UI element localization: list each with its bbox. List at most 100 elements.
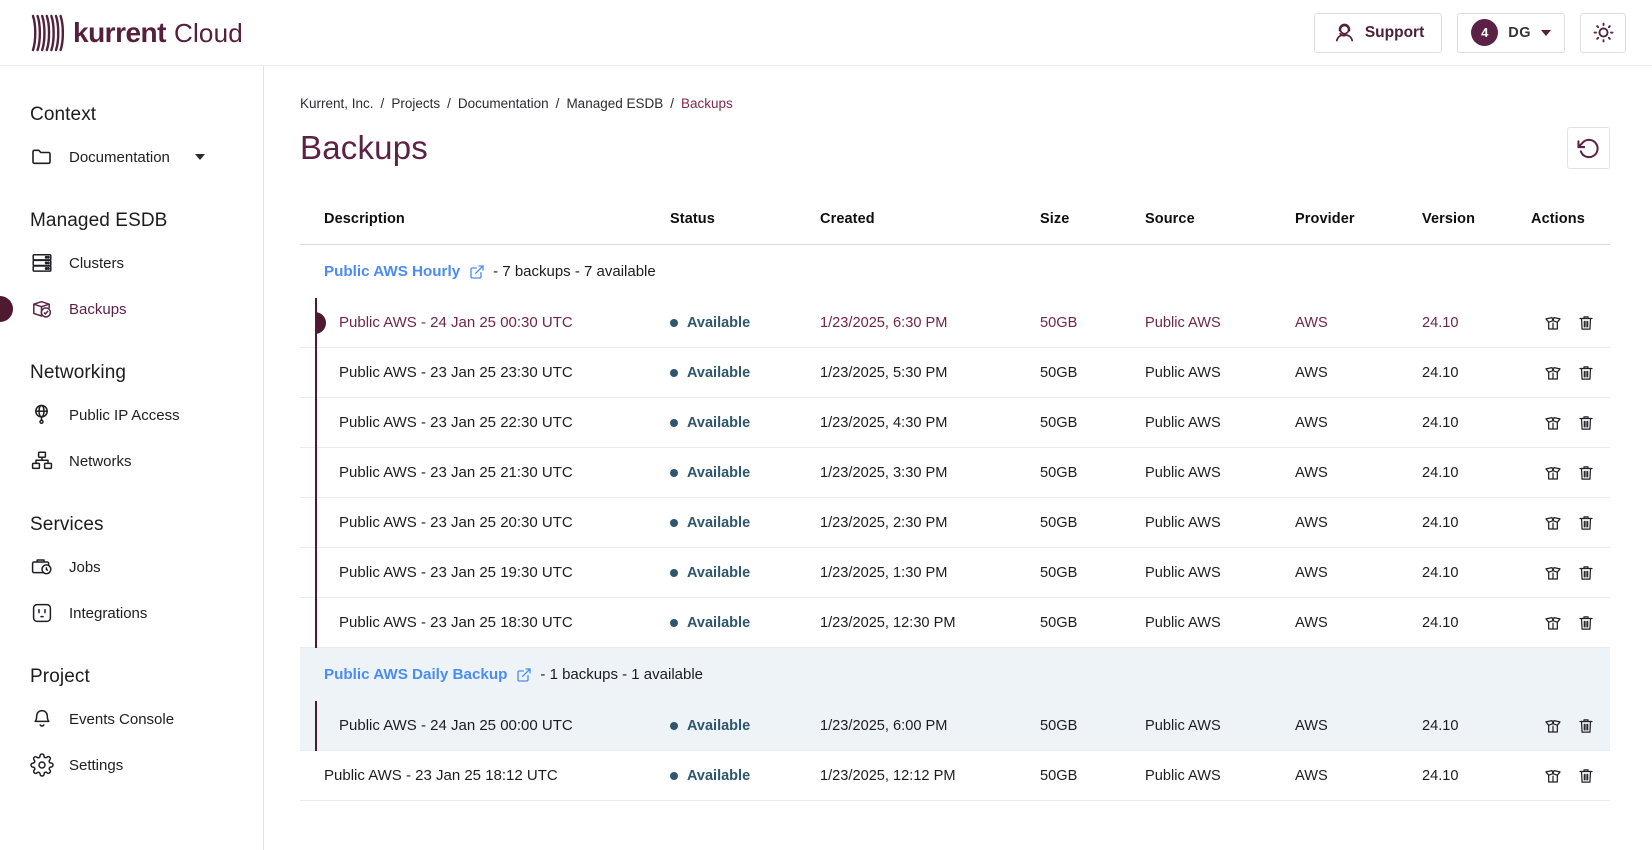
restore-icon [1543, 413, 1563, 433]
backups-table: Description Status Created Size Source P… [300, 193, 1610, 801]
source-cell: Public AWS [1145, 565, 1295, 581]
restore-icon [1543, 716, 1563, 736]
external-link-icon[interactable] [469, 264, 485, 280]
status-cell: Available [670, 565, 820, 581]
restore-button[interactable] [1543, 413, 1563, 433]
size-cell: 50GB [1040, 315, 1145, 331]
sidebar-heading-networking: Networking [30, 362, 253, 384]
restore-icon [1543, 313, 1563, 333]
logo-brand-text: kurrent [73, 17, 166, 49]
main-content: Kurrent, Inc./Projects/Documentation/Man… [264, 66, 1652, 850]
backup-group-link[interactable]: Public AWS Daily Backup [324, 666, 507, 683]
backup-group-body: Public AWS - 24 Jan 25 00:00 UTCAvailabl… [300, 701, 1610, 751]
restore-icon [1543, 766, 1563, 786]
bell-icon [30, 707, 54, 731]
status-cell: Available [670, 415, 820, 431]
description-cell: Public AWS - 23 Jan 25 23:30 UTC [300, 364, 670, 381]
trash-icon [1576, 563, 1596, 583]
actions-cell [1531, 716, 1610, 736]
jobs-icon [30, 555, 54, 579]
delete-button[interactable] [1576, 563, 1596, 583]
integrations-icon [30, 601, 54, 625]
backup-row[interactable]: Public AWS - 23 Jan 25 18:12 UTCAvailabl… [300, 751, 1610, 801]
provider-cell: AWS [1295, 415, 1422, 431]
backup-row[interactable]: Public AWS - 24 Jan 25 00:00 UTCAvailabl… [300, 701, 1610, 751]
table-body: Public AWS Hourly- 7 backups - 7 availab… [300, 245, 1610, 801]
backup-row[interactable]: Public AWS - 23 Jan 25 18:30 UTCAvailabl… [300, 598, 1610, 648]
provider-cell: AWS [1295, 768, 1422, 784]
breadcrumb-link[interactable]: Documentation [458, 96, 549, 111]
source-cell: Public AWS [1145, 718, 1295, 734]
sidebar-item-events-console[interactable]: Events Console [30, 704, 253, 734]
backup-row[interactable]: Public AWS - 23 Jan 25 21:30 UTCAvailabl… [300, 448, 1610, 498]
restore-button[interactable] [1543, 313, 1563, 333]
delete-button[interactable] [1576, 766, 1596, 786]
source-cell: Public AWS [1145, 615, 1295, 631]
breadcrumb-separator: / [447, 96, 451, 111]
actions-cell [1531, 363, 1610, 383]
sidebar-item-integrations[interactable]: Integrations [30, 598, 253, 628]
refresh-button[interactable] [1567, 127, 1610, 169]
actions-cell [1531, 313, 1610, 333]
sidebar-item-backups[interactable]: Backups [30, 294, 253, 324]
restore-button[interactable] [1543, 613, 1563, 633]
delete-button[interactable] [1576, 716, 1596, 736]
backup-group-link[interactable]: Public AWS Hourly [324, 263, 460, 280]
created-cell: 1/23/2025, 1:30 PM [820, 565, 1040, 581]
backup-row[interactable]: Public AWS - 23 Jan 25 20:30 UTCAvailabl… [300, 498, 1610, 548]
topbar: kurrent Cloud Support 4 DG [0, 0, 1652, 66]
source-cell: Public AWS [1145, 315, 1295, 331]
restore-button[interactable] [1543, 766, 1563, 786]
external-link-icon[interactable] [516, 667, 532, 683]
user-menu-button[interactable]: 4 DG [1457, 13, 1565, 53]
restore-button[interactable] [1543, 363, 1563, 383]
restore-icon [1543, 363, 1563, 383]
status-label: Available [687, 365, 750, 381]
sidebar-item-settings[interactable]: Settings [30, 750, 253, 780]
status-icon [670, 772, 678, 780]
sidebar-item-jobs[interactable]: Jobs [30, 552, 253, 582]
table-header-row: Description Status Created Size Source P… [300, 193, 1610, 245]
backups-icon [30, 297, 54, 321]
delete-button[interactable] [1576, 513, 1596, 533]
delete-button[interactable] [1576, 413, 1596, 433]
backup-row[interactable]: Public AWS - 23 Jan 25 19:30 UTCAvailabl… [300, 548, 1610, 598]
delete-button[interactable] [1576, 463, 1596, 483]
size-cell: 50GB [1040, 365, 1145, 381]
restore-button[interactable] [1543, 716, 1563, 736]
restore-button[interactable] [1543, 563, 1563, 583]
breadcrumb-link[interactable]: Managed ESDB [566, 96, 663, 111]
trash-icon [1576, 716, 1596, 736]
sidebar-item-public-ip-access[interactable]: Public IP Access [30, 400, 253, 430]
logo-suffix-text: Cloud [174, 18, 243, 49]
delete-button[interactable] [1576, 313, 1596, 333]
status-cell: Available [670, 315, 820, 331]
restore-button[interactable] [1543, 463, 1563, 483]
support-button[interactable]: Support [1314, 13, 1442, 53]
provider-cell: AWS [1295, 465, 1422, 481]
sidebar-item-label: Networks [69, 453, 132, 470]
sidebar-item-clusters[interactable]: Clusters [30, 248, 253, 278]
context-selector-label: Documentation [69, 149, 170, 166]
delete-button[interactable] [1576, 363, 1596, 383]
created-cell: 1/23/2025, 6:00 PM [820, 718, 1040, 734]
backup-row[interactable]: Public AWS - 24 Jan 25 00:30 UTCAvailabl… [300, 298, 1610, 348]
provider-cell: AWS [1295, 515, 1422, 531]
context-selector-documentation[interactable]: Documentation [30, 142, 253, 172]
backup-row[interactable]: Public AWS - 23 Jan 25 22:30 UTCAvailabl… [300, 398, 1610, 448]
backup-row[interactable]: Public AWS - 23 Jan 25 23:30 UTC Availabl… [300, 348, 1610, 398]
breadcrumb-link[interactable]: Projects [391, 96, 440, 111]
restore-button[interactable] [1543, 513, 1563, 533]
description-cell: Public AWS - 24 Jan 25 00:30 UTC [300, 314, 670, 331]
kurrent-cloud-logo[interactable]: kurrent Cloud [30, 13, 243, 53]
breadcrumb-link[interactable]: Kurrent, Inc. [300, 96, 374, 111]
page-title: Backups [300, 129, 428, 167]
version-cell: 24.10 [1422, 365, 1531, 381]
theme-toggle-button[interactable] [1580, 13, 1626, 53]
column-header-version: Version [1422, 211, 1531, 227]
breadcrumb-separator: / [381, 96, 385, 111]
delete-button[interactable] [1576, 613, 1596, 633]
trash-icon [1576, 363, 1596, 383]
created-cell: 1/23/2025, 3:30 PM [820, 465, 1040, 481]
sidebar-item-networks[interactable]: Networks [30, 446, 253, 476]
